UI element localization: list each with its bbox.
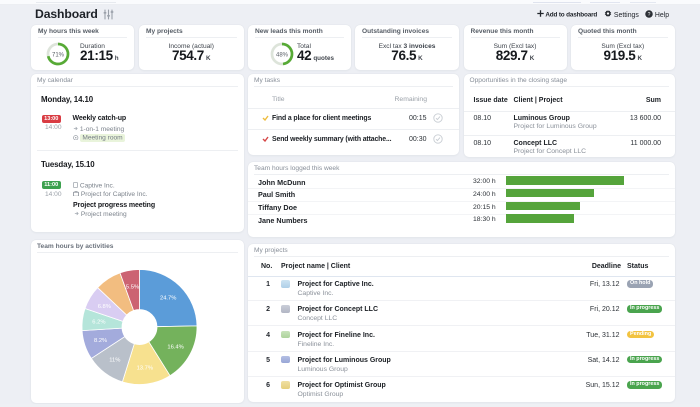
svg-text:48%: 48% [275,52,288,58]
svg-text:71%: 71% [52,52,65,58]
svg-text:?: ? [648,11,651,17]
